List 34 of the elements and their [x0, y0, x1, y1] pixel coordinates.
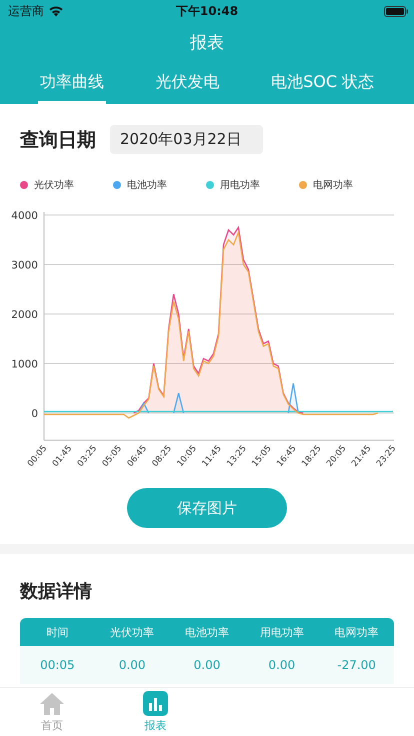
section-title: 数据详情: [20, 580, 93, 604]
y-tick-label: 2000: [11, 309, 38, 321]
legend-label: 用电功率: [220, 178, 260, 192]
save-image-button[interactable]: 保存图片: [127, 488, 287, 528]
page-title: 报表: [189, 32, 225, 55]
column-header: 电网功率: [334, 624, 380, 640]
column-header: 电池功率: [184, 624, 230, 640]
column-header: 光伏功率: [109, 624, 156, 640]
tab[interactable]: 光伏发电: [153, 68, 222, 104]
y-tick-label: 0: [31, 408, 38, 420]
y-tick-label: 3000: [11, 260, 38, 272]
y-tick-label: 4000: [11, 210, 38, 222]
tab-bar-item[interactable]: 报表: [104, 688, 207, 736]
table-cell-text: 0.00: [267, 658, 296, 672]
carrier-name: 运营商: [8, 2, 44, 20]
tab-bar-item[interactable]: 首页: [0, 688, 104, 736]
y-tick-label: 1000: [11, 358, 38, 370]
bar-chart-icon: [142, 691, 168, 716]
column-header: 用电功率: [258, 624, 305, 640]
column-header: 时间: [45, 624, 70, 640]
table-cell-text: 00:05: [39, 658, 76, 672]
legend-label: 电池功率: [127, 178, 167, 192]
battery-icon: [384, 6, 408, 16]
tab[interactable]: 电池SOC 状态: [269, 68, 376, 104]
query-label: 查询日期: [20, 128, 96, 152]
legend-label: 光伏功率: [34, 178, 74, 192]
date-field[interactable]: 2020年03月22日: [110, 125, 264, 154]
table-cell-text: 0.00: [192, 658, 222, 672]
home-icon: [38, 692, 65, 716]
table-cell-text: -27.00: [336, 658, 377, 672]
legend-label: 电网功率: [313, 178, 353, 192]
status-time: 下午10:48: [176, 2, 238, 20]
wifi-icon: [48, 5, 64, 17]
table-cell-text: 0.00: [118, 658, 147, 672]
